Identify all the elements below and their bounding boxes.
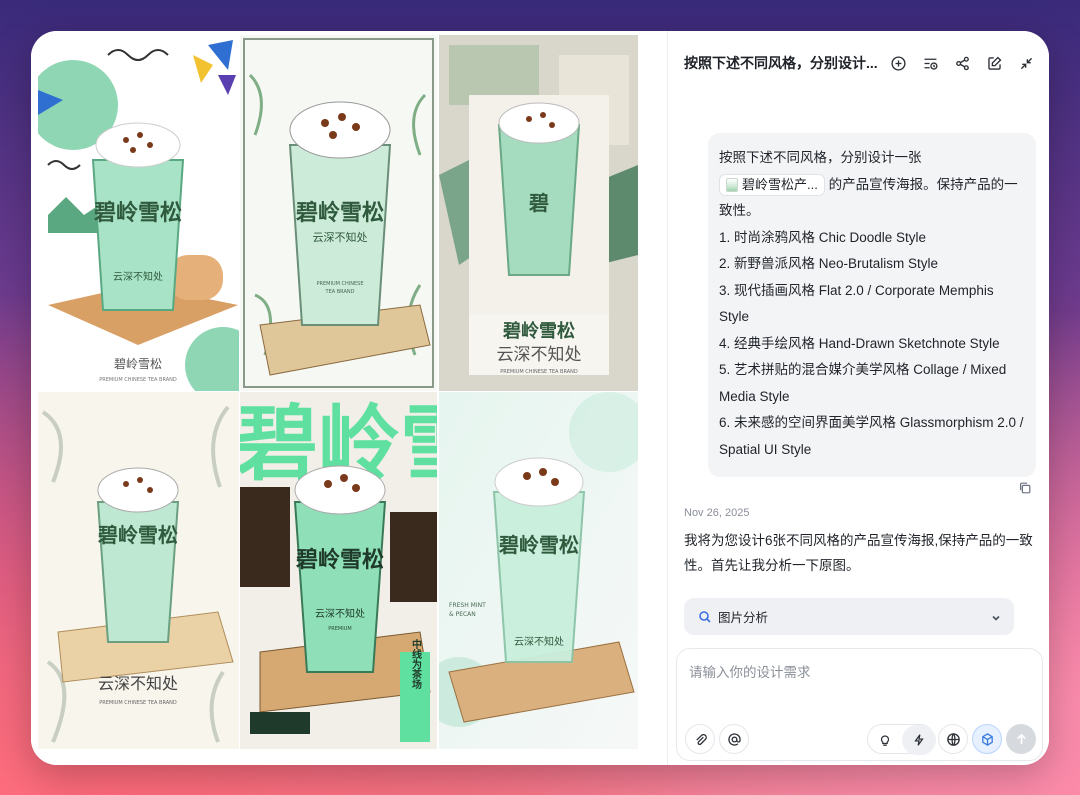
bulb-icon[interactable]: [868, 725, 902, 755]
poster-4-brand-en: PREMIUM CHINESE TEA BRAND: [99, 700, 177, 706]
poster-2-en1: PREMIUM CHINESE: [317, 281, 364, 287]
poster-3-slogan: 云深不知处: [497, 345, 582, 365]
header-actions: [888, 53, 1036, 73]
design-request-input[interactable]: [689, 661, 1029, 701]
poster-chic-doodle-art: 碧岭雪松 云深不知处 碧岭雪松 PREMIUM CHINESE TEA BRAN…: [38, 35, 239, 391]
poster-1-brand: 碧岭雪松: [114, 357, 162, 371]
style-item: 6. 未来感的空间界面美学风格 Glassmorphism 2.0 / Spat…: [719, 415, 1024, 457]
poster-sketchnote-art: 碧岭雪松 云深不知处 PREMIUM CHINESE TEA BRAND: [38, 392, 239, 749]
style-item: 2. 新野兽派风格 Neo-Brutalism Style: [719, 256, 939, 271]
cube-icon[interactable]: [972, 724, 1002, 754]
poster-2-en2: TEA BRAND: [325, 289, 355, 295]
poster-collage[interactable]: 碧 碧岭雪松 云深不知处 PREMIUM CHINESE TEA BRAND: [439, 35, 638, 391]
assistant-message: 我将为您设计6张不同风格的产品宣传海报,保持产品的一致性。首先让我分析一下原图。: [684, 533, 1033, 573]
chevron-down-icon: [990, 611, 1002, 623]
poster-2-title: 碧岭雪松: [295, 200, 384, 226]
poster-hand-drawn[interactable]: 碧岭雪松 云深不知处 PREMIUM CHINESE TEA BRAND: [240, 35, 437, 391]
style-item: 5. 艺术拼贴的混合媒介美学风格 Collage / Mixed Media S…: [719, 362, 1007, 404]
message-timestamp: Nov 26, 2025: [684, 507, 750, 519]
poster-1-slogan: 云深不知处: [113, 270, 163, 283]
style-item: 3. 现代插画风格 Flat 2.0 / Corporate Memphis S…: [719, 282, 994, 325]
poster-hand-drawn-art: 碧岭雪松 云深不知处 PREMIUM CHINESE TEA BRAND: [240, 35, 437, 391]
globe-icon[interactable]: [938, 724, 968, 754]
style-item: 1. 时尚涂鸦风格 Chic Doodle Style: [719, 229, 927, 245]
poster-6-tag1: FRESH MINT: [449, 602, 486, 609]
copy-icon[interactable]: [1018, 481, 1034, 497]
product-thumbnail-icon: [726, 177, 738, 192]
analysis-search-icon: [698, 610, 712, 624]
poster-3-accent-title: 碧: [528, 191, 549, 215]
poster-6-slogan: 云深不知处: [514, 635, 564, 648]
poster-neo-brutalism[interactable]: 碧岭雪松 碧岭雪松 云深不知处 PREMIUM 中线为茶场: [240, 392, 437, 749]
attachment-chip[interactable]: 碧岭雪松产...: [719, 173, 825, 196]
poster-3-brand-en: PREMIUM CHINESE TEA BRAND: [500, 369, 578, 375]
poster-glassmorphism[interactable]: 碧岭雪松 云深不知处 FRESH MINT & PECAN: [439, 392, 638, 749]
poster-1-brand-en: PREMIUM CHINESE TEA BRAND: [99, 377, 177, 383]
composer: [676, 648, 1043, 761]
at-icon[interactable]: [719, 724, 749, 754]
poster-chic-doodle[interactable]: 碧岭雪松 云深不知处 碧岭雪松 PREMIUM CHINESE TEA BRAN…: [38, 35, 239, 391]
plus-circle-icon[interactable]: [888, 53, 908, 73]
lightning-icon[interactable]: [902, 725, 936, 755]
send-icon[interactable]: [1006, 724, 1036, 754]
chat-header: 按照下述不同风格，分别设计...: [668, 31, 1049, 95]
attachment-chip-label: 碧岭雪松产...: [742, 176, 818, 192]
edit-icon[interactable]: [984, 53, 1004, 73]
poster-6-tag2: & PECAN: [449, 611, 476, 618]
share-icon[interactable]: [952, 53, 972, 73]
user-message-bubble: 按照下述不同风格，分别设计一张 碧岭雪松产... 的产品宣传海报。保持产品的一致…: [708, 133, 1036, 477]
poster-6-title: 碧岭雪松: [498, 533, 579, 557]
poster-3-brand: 碧岭雪松: [502, 320, 575, 342]
style-item: 4. 经典手绘风格 Hand-Drawn Sketchnote Style: [719, 335, 1000, 351]
poster-glassmorphism-art: 碧岭雪松 云深不知处 FRESH MINT & PECAN: [439, 392, 638, 749]
collapse-icon[interactable]: [1016, 53, 1036, 73]
poster-canvas: 碧岭雪松 云深不知处 碧岭雪松 PREMIUM CHINESE TEA BRAN…: [31, 31, 665, 765]
poster-sketchnote[interactable]: 碧岭雪松 云深不知处 PREMIUM CHINESE TEA BRAND: [38, 392, 239, 749]
poster-4-title: 碧岭雪松: [97, 523, 178, 547]
poster-collage-art: 碧 碧岭雪松 云深不知处 PREMIUM CHINESE TEA BRAND: [439, 35, 638, 391]
chat-panel: 按照下述不同风格，分别设计... 按照下述不同风格，分别设计一张 碧岭雪松产..…: [667, 31, 1049, 765]
mode-toggle: [867, 724, 936, 755]
paperclip-icon[interactable]: [685, 724, 715, 754]
poster-4-slogan: 云深不知处: [98, 674, 178, 693]
poster-neo-brutalism-art: 碧岭雪松 碧岭雪松 云深不知处 PREMIUM 中线为茶场: [240, 392, 437, 749]
image-analysis-toggle[interactable]: 图片分析: [684, 598, 1014, 635]
user-message-chip-line: 碧岭雪松产... 的产品宣传海报。保持产品的一致性。: [719, 172, 1026, 225]
poster-2-slogan: 云深不知处: [313, 230, 368, 244]
poster-5-en: PREMIUM: [328, 626, 351, 632]
history-icon[interactable]: [920, 53, 940, 73]
poster-1-title: 碧岭雪松: [93, 200, 182, 226]
chat-title: 按照下述不同风格，分别设计...: [684, 55, 878, 71]
image-analysis-label: 图片分析: [718, 611, 769, 625]
app-window: 碧岭雪松 云深不知处 碧岭雪松 PREMIUM CHINESE TEA BRAN…: [31, 31, 1049, 765]
poster-5-title: 碧岭雪松: [295, 547, 384, 573]
poster-5-slogan: 云深不知处: [315, 607, 365, 620]
user-message-intro: 按照下述不同风格，分别设计一张: [719, 150, 922, 165]
